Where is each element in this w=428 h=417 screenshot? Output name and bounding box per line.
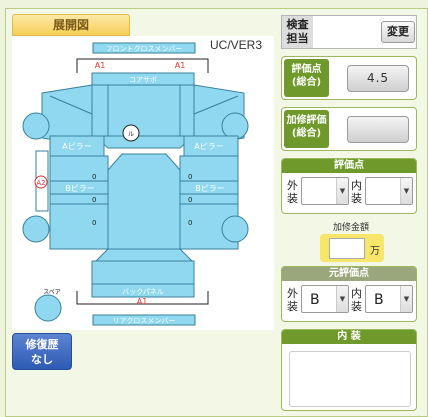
score-exterior-select[interactable]: ▼ [301,177,349,205]
score-group-title: 評価点 [282,159,416,173]
original-score-group: 元評価点 外 装 B ▼ 内 装 B ▼ [281,266,417,322]
label-zero-1: 0 [92,173,96,181]
original-interior-label: 内 装 [351,287,362,313]
label-a1-right: A1 [175,61,186,70]
rear-door-left[interactable] [49,203,109,250]
chevron-down-icon: ▼ [400,178,412,204]
label-a-pillar-left: Aピラー [62,142,91,151]
repair-amount-title: 加修金額 [332,223,369,233]
interior-notes-title: 内 装 [282,330,416,344]
label-a-pillar-right: Aピラー [194,142,223,151]
diagram-tab-title: 展開図 [12,14,130,36]
label-a1-left: A1 [95,61,106,70]
overall-score-button[interactable]: 4.5 [347,65,409,92]
interior-notes-textarea[interactable] [289,351,411,407]
label-b-pillar-right: Bピラー [195,184,225,193]
overall-score-box: 評価点 (総合) 4.5 [281,56,417,100]
tire-rear-left[interactable] [22,215,50,243]
repair-amount-unit: 万 [370,246,380,257]
original-exterior-label: 外 装 [287,287,298,313]
trunk[interactable] [91,260,195,285]
label-zero-3: 0 [92,196,96,204]
repair-amount: 加修金額 万 [312,220,390,264]
label-a2: A2 [36,179,45,187]
label-back-panel: バックパネル [122,288,164,296]
label-a1-rear: A1 [137,297,148,306]
score-exterior-label: 外 装 [287,179,298,205]
chevron-down-icon: ▼ [400,286,412,312]
inspector-label: 検査 担当 [282,16,313,48]
label-front-cross: フロントクロスメンバー [106,45,183,53]
car-diagram[interactable]: フロントクロスメンバー A1 A1 コアサポ Aピラー Aピラー ル Bピラー … [12,36,274,330]
label-zero-2: 0 [188,173,192,181]
processed-score-box: 加修評価 (総合) [281,107,417,151]
repair-amount-input[interactable] [329,238,365,259]
label-zero-5: 0 [92,219,96,227]
rear-glass[interactable] [94,248,194,262]
change-inspector-button[interactable]: 変更 [381,21,415,43]
repair-history-button[interactable]: 修復歴 なし [12,333,72,370]
score-interior-select[interactable]: ▼ [365,177,413,205]
label-spare: スペア [43,289,61,296]
chevron-down-icon: ▼ [336,178,348,204]
processed-score-button[interactable] [347,116,409,143]
tire-rear-right[interactable] [221,215,249,243]
version-label: UC/VER3 [210,38,263,52]
label-rear-cross: リアクロスメンバー [113,317,176,325]
windshield[interactable] [92,135,196,149]
original-score-title: 元評価点 [282,267,416,281]
label-zero-6: 0 [188,219,192,227]
label-b-pillar-left: Bピラー [65,184,95,193]
repair-history-line1: 修復歴 [25,338,59,351]
processed-score-label: 加修評価 (総合) [284,110,329,148]
score-group: 評価点 外 装 ▼ 内 装 ▼ [281,158,417,214]
hood[interactable] [91,84,195,137]
overall-score-label: 評価点 (総合) [284,59,329,97]
label-roof-mark: ル [128,131,134,138]
score-interior-label: 内 装 [351,179,362,205]
tire-spare[interactable] [34,294,62,322]
chevron-down-icon: ▼ [336,286,348,312]
label-core-support: コアサポ [129,76,157,84]
interior-notes-box: 内 装 [281,329,417,411]
tire-front-left[interactable] [22,112,50,140]
repair-history-line2: なし [31,353,53,366]
original-interior-select[interactable]: B ▼ [365,285,413,313]
original-exterior-select[interactable]: B ▼ [301,285,349,313]
inspector-box: 検査 担当 変更 [281,15,417,49]
tire-front-right[interactable] [221,112,249,140]
front-door-left[interactable] [49,155,109,205]
label-zero-4: 0 [188,196,192,204]
